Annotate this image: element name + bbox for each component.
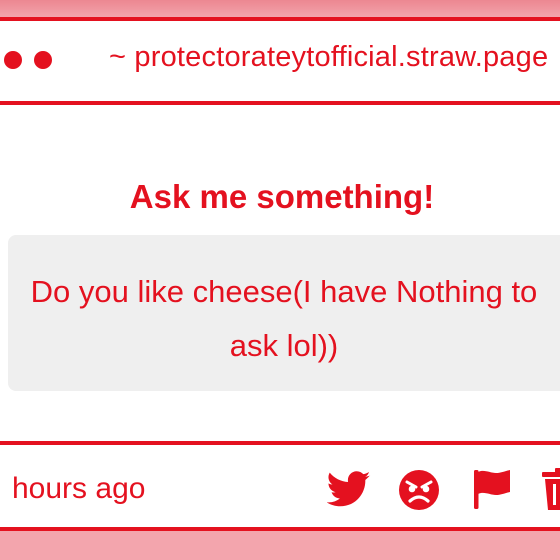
answer-footer: hours ago: [0, 441, 560, 527]
delete-button[interactable]: [540, 467, 560, 511]
flag-icon: [474, 470, 510, 509]
timestamp: hours ago: [12, 472, 146, 505]
page-url: ~ protectorateytofficial.straw.page: [109, 41, 549, 73]
question-text: Do you like cheese(I have Nothing to ask…: [30, 274, 538, 363]
window-control-dot[interactable]: [34, 51, 52, 69]
report-reaction-button[interactable]: [397, 468, 441, 512]
question-card: Do you like cheese(I have Nothing to ask…: [8, 235, 560, 391]
flag-button[interactable]: [470, 467, 514, 511]
title-bar: ~ protectorateytofficial.straw.page: [0, 21, 560, 105]
angry-face-icon: [399, 470, 439, 510]
window-control-dot[interactable]: [4, 51, 22, 69]
app-window: ~ protectorateytofficial.straw.page Ask …: [0, 17, 560, 531]
page-background: ~ protectorateytofficial.straw.page Ask …: [0, 0, 560, 560]
page-heading: Ask me something!: [129, 178, 435, 215]
twitter-icon: [327, 471, 371, 507]
trash-icon: [542, 468, 560, 510]
share-twitter-button[interactable]: [327, 467, 371, 511]
